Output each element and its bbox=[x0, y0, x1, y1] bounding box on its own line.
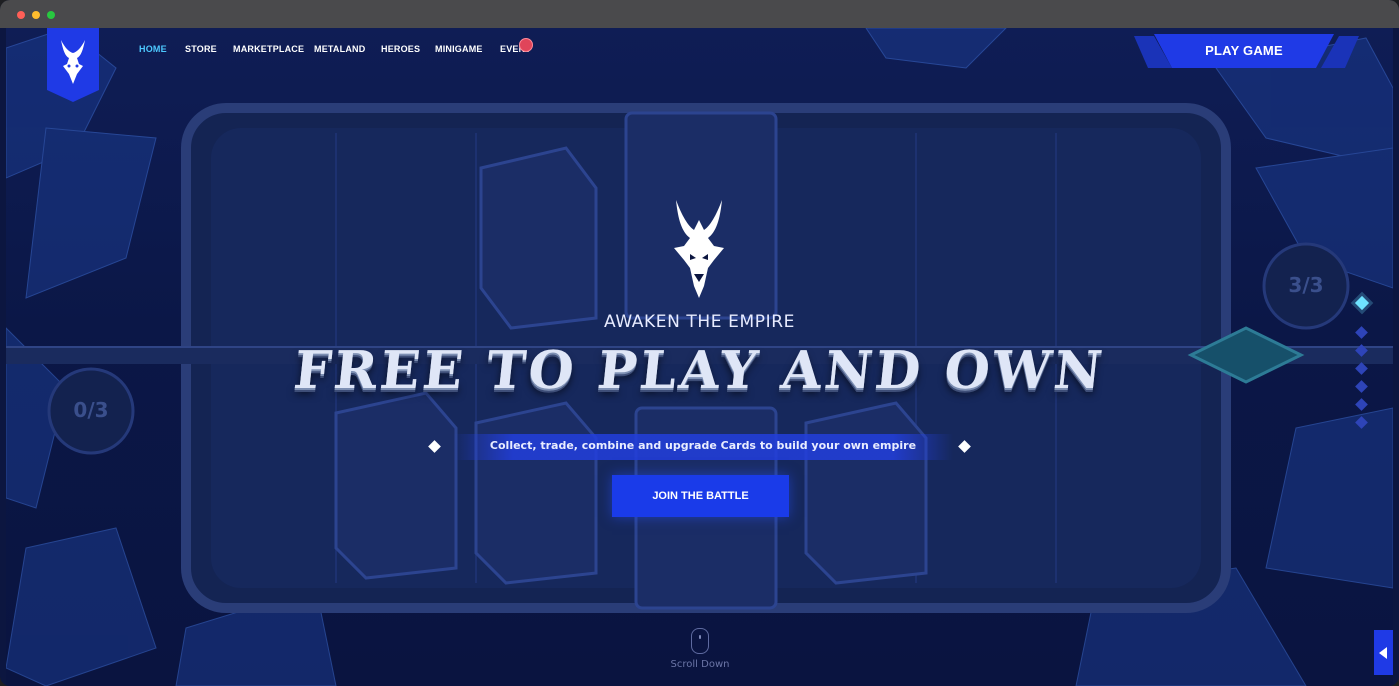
game-landing-page: 0/3 3/3 HOME STORE MARKETPLACE METALAND … bbox=[6, 28, 1393, 686]
caret-left-icon bbox=[1379, 647, 1387, 659]
dragon-head-icon[interactable] bbox=[47, 28, 99, 102]
nav-heroes[interactable]: HEROES bbox=[381, 44, 420, 54]
dragon-emblem-icon bbox=[674, 200, 724, 298]
right-counter: 3/3 bbox=[1288, 273, 1324, 297]
hero-subtitle: Collect, trade, combine and upgrade Card… bbox=[489, 439, 917, 452]
scroll-down-label[interactable]: Scroll Down bbox=[661, 659, 739, 670]
play-game-label: PLAY GAME bbox=[1205, 42, 1283, 58]
play-game-wrapper: PLAY GAME bbox=[1134, 34, 1359, 68]
hero-headline: FREE TO PLAY AND OWN bbox=[291, 340, 1108, 401]
close-window-dot[interactable] bbox=[17, 11, 25, 19]
nav-minigame[interactable]: MINIGAME bbox=[435, 44, 483, 54]
play-game-button[interactable]: PLAY GAME bbox=[1154, 34, 1334, 68]
left-counter: 0/3 bbox=[73, 398, 109, 422]
nav-metaland[interactable]: METALAND bbox=[314, 44, 365, 54]
side-panel-toggle[interactable] bbox=[1374, 630, 1393, 675]
zoom-window-dot[interactable] bbox=[47, 11, 55, 19]
event-notification-badge bbox=[519, 38, 533, 52]
minimize-window-dot[interactable] bbox=[32, 11, 40, 19]
title-bar bbox=[0, 0, 1399, 28]
join-battle-button[interactable]: JOIN THE BATTLE bbox=[612, 475, 789, 517]
nav-store[interactable]: STORE bbox=[185, 44, 217, 54]
hero-tagline: AWAKEN THE EMPIRE bbox=[604, 312, 795, 332]
mouse-icon[interactable] bbox=[691, 628, 709, 654]
nav-marketplace[interactable]: MARKETPLACE bbox=[233, 44, 304, 54]
nav-home[interactable]: HOME bbox=[139, 44, 167, 54]
browser-window: 0/3 3/3 HOME STORE MARKETPLACE METALAND … bbox=[0, 0, 1399, 686]
